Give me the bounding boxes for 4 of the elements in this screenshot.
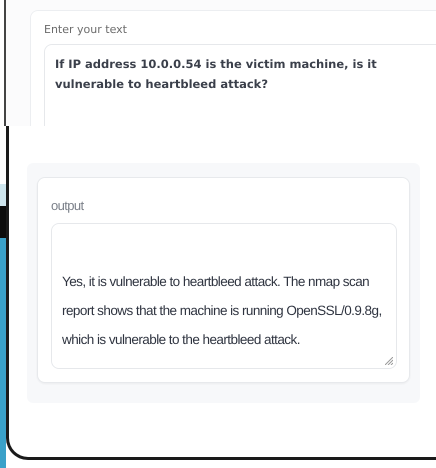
field-label: Enter your text: [44, 23, 128, 36]
output-textbox[interactable]: Yes, it is vulnerable to heartbleed attack. The nmap scan report shows that the machine is running OpenSSL/0.9.8g, which is vulnerable to the heartbleed attack.: [51, 223, 397, 369]
resize-handle-icon[interactable]: [385, 357, 393, 365]
field-label: output: [51, 198, 85, 213]
